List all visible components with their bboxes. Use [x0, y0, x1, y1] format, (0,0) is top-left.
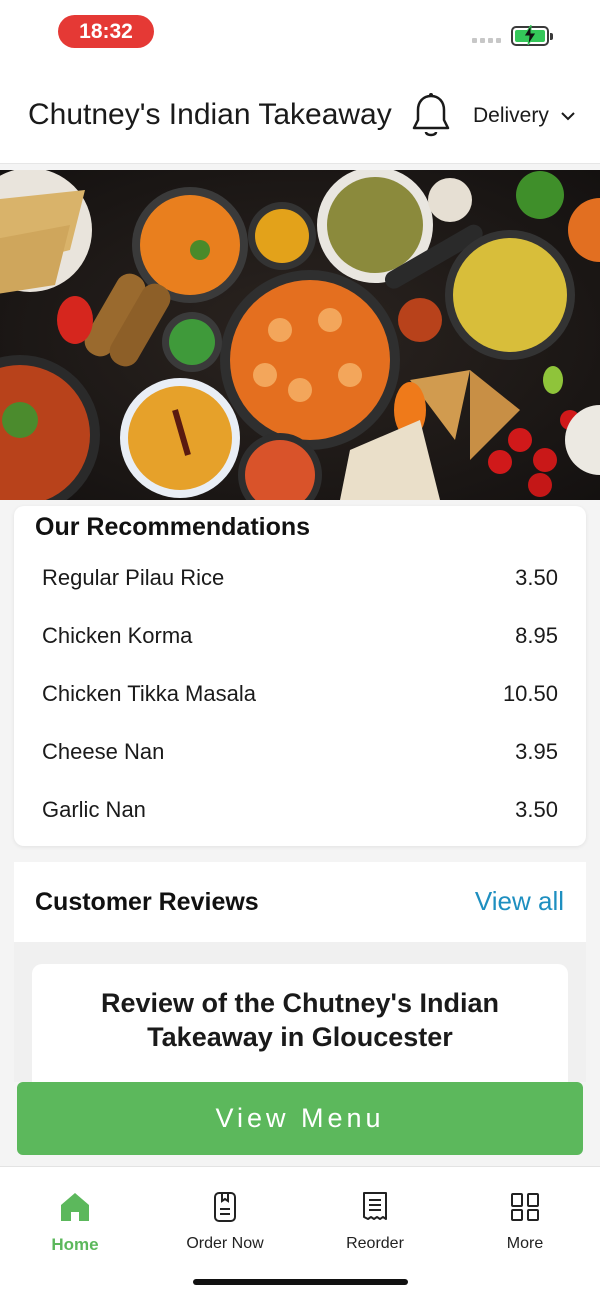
home-indicator: [193, 1279, 408, 1285]
app-header: Chutney's Indian Takeaway Delivery: [0, 64, 600, 164]
signal-icon: [472, 38, 501, 43]
item-price: 3.95: [515, 739, 558, 764]
item-name: Chicken Tikka Masala: [42, 681, 256, 706]
tab-label: Order Now: [186, 1235, 264, 1252]
tab-label: Reorder: [346, 1235, 404, 1252]
list-item[interactable]: Regular Pilau Rice 3.50: [42, 558, 558, 598]
tab-order-now[interactable]: Order Now: [160, 1187, 290, 1253]
grid-icon: [460, 1187, 590, 1227]
tab-more[interactable]: More: [460, 1187, 590, 1253]
chevron-down-icon: [561, 111, 575, 120]
hero-food-image: [0, 170, 600, 500]
battery-icon: [511, 25, 553, 46]
item-name: Cheese Nan: [42, 739, 165, 764]
delivery-select[interactable]: Delivery: [473, 104, 575, 128]
review-heading-line2: Takeaway in Gloucester: [147, 1022, 453, 1052]
reviews-header: Customer Reviews View all: [14, 862, 586, 942]
recommendations-card: Our Recommendations Regular Pilau Rice 3…: [14, 506, 586, 846]
list-item[interactable]: Garlic Nan 3.50: [42, 790, 558, 830]
item-price: 3.50: [515, 565, 558, 590]
status-bar: 18:32: [0, 0, 600, 64]
tab-label: More: [506, 1235, 544, 1252]
item-name: Regular Pilau Rice: [42, 565, 225, 590]
item-price: 3.50: [515, 797, 558, 822]
list-item[interactable]: Chicken Korma 8.95: [42, 616, 558, 656]
review-heading: Review of the Chutney's Indian Takeaway …: [32, 986, 568, 1054]
item-name: Garlic Nan: [42, 797, 146, 822]
item-price: 10.50: [502, 681, 558, 706]
tab-home[interactable]: Home: [10, 1187, 140, 1255]
home-icon: [10, 1187, 140, 1227]
review-heading-line1: Review of the Chutney's Indian: [101, 988, 499, 1018]
order-icon: [160, 1187, 290, 1227]
reviews-title: Customer Reviews: [35, 888, 259, 916]
recommendations-title: Our Recommendations: [35, 513, 311, 541]
view-all-link[interactable]: View all: [475, 886, 564, 917]
list-item[interactable]: Chicken Tikka Masala 10.50: [42, 674, 558, 714]
item-name: Chicken Korma: [42, 623, 193, 648]
status-time: 18:32: [58, 15, 154, 48]
view-menu-button[interactable]: View Menu: [17, 1082, 583, 1155]
delivery-label: Delivery: [473, 104, 549, 127]
tab-reorder[interactable]: Reorder: [310, 1187, 440, 1253]
tab-label: Home: [51, 1235, 99, 1254]
bell-icon[interactable]: [410, 92, 452, 145]
receipt-icon: [310, 1187, 440, 1227]
item-price: 8.95: [515, 623, 558, 648]
list-item[interactable]: Cheese Nan 3.95: [42, 732, 558, 772]
page-title: Chutney's Indian Takeaway: [28, 98, 392, 131]
review-card[interactable]: Review of the Chutney's Indian Takeaway …: [32, 964, 568, 1082]
